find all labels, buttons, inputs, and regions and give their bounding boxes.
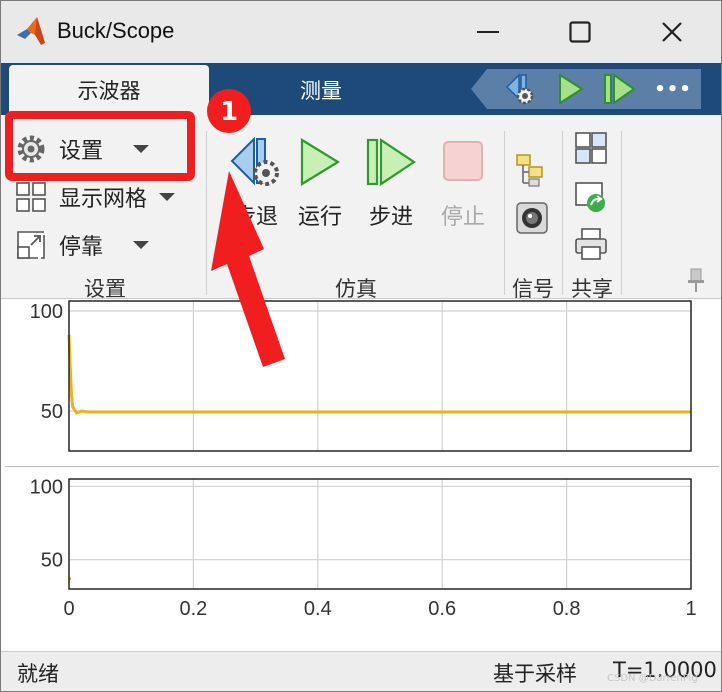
layout-grid-dropdown[interactable]: 显示网格 <box>15 177 176 217</box>
chevron-down-icon <box>133 241 150 249</box>
quick-access-toolbar: ••• <box>471 69 701 109</box>
plot-background <box>69 301 691 451</box>
quick-step-back-button[interactable] <box>497 69 541 109</box>
dock-label: 停靠 <box>59 235 104 260</box>
dock-icon <box>17 231 45 259</box>
step-forward-button[interactable]: 步进 <box>356 137 426 233</box>
y-tick-label: 100 <box>30 476 63 498</box>
x-tick-label: 1 <box>685 598 696 620</box>
step-forward-icon <box>604 73 636 105</box>
settings-dropdown[interactable]: 设置 <box>15 129 150 169</box>
stop-label: 停止 <box>440 205 485 230</box>
x-tick-label: 0.6 <box>428 598 456 620</box>
stop-button[interactable]: 停止 <box>428 137 498 233</box>
chevron-down-icon <box>159 193 176 201</box>
status-bar: 就绪 基于采样 T=1.0000 <box>1 651 721 691</box>
x-tick-label: 0.8 <box>553 598 581 620</box>
status-state: 就绪 <box>17 662 59 686</box>
run-icon <box>300 138 341 186</box>
minimize-icon <box>477 31 499 33</box>
quick-step-forward-button[interactable] <box>597 69 641 109</box>
dock-dropdown[interactable]: 停靠 <box>15 225 150 265</box>
signal-selector-button[interactable] <box>515 153 549 187</box>
toolstrip: 设置 显示网格 停靠 设置 步退 运行 步进 停止 仿真 信号 共享 <box>1 115 721 301</box>
plot-background <box>69 479 691 589</box>
group-separator <box>621 131 622 295</box>
print-icon[interactable] <box>574 227 608 261</box>
y-tick-label: 50 <box>41 401 63 423</box>
maximize-button[interactable] <box>545 1 615 63</box>
step-forward-icon <box>366 137 416 187</box>
grid-layout-icon <box>16 182 46 212</box>
scope-window: Buck/Scope 示波器 测量 ••• 设置 显示网格 停靠 设置 步退 运… <box>0 0 722 692</box>
gear-icon <box>17 135 45 163</box>
run-icon <box>559 73 584 105</box>
matlab-logo-icon <box>17 17 45 45</box>
step-back-gear-icon <box>505 73 534 105</box>
plot-divider <box>5 466 719 467</box>
stop-icon <box>443 141 483 181</box>
close-icon <box>662 22 682 42</box>
scope-plots[interactable]: 100 50 100 50 0 0.2 0.4 0.6 0.8 1 <box>1 299 722 651</box>
layout-label: 显示网格 <box>59 187 148 212</box>
camera-icon[interactable] <box>515 201 549 235</box>
settings-label: 设置 <box>59 139 104 164</box>
tab-scope[interactable]: 示波器 <box>9 65 209 115</box>
group-separator <box>206 131 207 295</box>
y-tick-label: 100 <box>30 301 63 323</box>
scope-plot-area: 100 50 100 50 0 0.2 0.4 0.6 0.8 1 <box>1 299 722 651</box>
group-separator <box>504 131 505 295</box>
chevron-down-icon <box>133 145 150 153</box>
x-tick-label: 0 <box>63 598 74 620</box>
x-tick-label: 0.4 <box>304 598 332 620</box>
copy-display-icon[interactable] <box>574 131 608 165</box>
watermark: CSDN @DarrenPig <box>607 673 698 684</box>
status-sample-mode: 基于采样 <box>493 662 577 686</box>
quick-run-button[interactable] <box>549 69 593 109</box>
title-bar[interactable]: Buck/Scope <box>1 1 721 63</box>
y-tick-label: 50 <box>41 550 63 572</box>
share-export-icon[interactable] <box>574 179 608 213</box>
window-title: Buck/Scope <box>57 18 175 43</box>
step-back-gear-icon <box>230 137 279 186</box>
tab-measurements[interactable]: 测量 <box>231 65 411 115</box>
close-button[interactable] <box>637 1 707 63</box>
x-tick-label: 0.2 <box>179 598 207 620</box>
maximize-icon <box>569 21 591 43</box>
minimize-button[interactable] <box>453 1 523 63</box>
more-button[interactable]: ••• <box>651 69 695 109</box>
group-separator <box>562 131 563 295</box>
run-button[interactable]: 运行 <box>285 137 355 233</box>
pin-icon[interactable] <box>687 267 705 293</box>
